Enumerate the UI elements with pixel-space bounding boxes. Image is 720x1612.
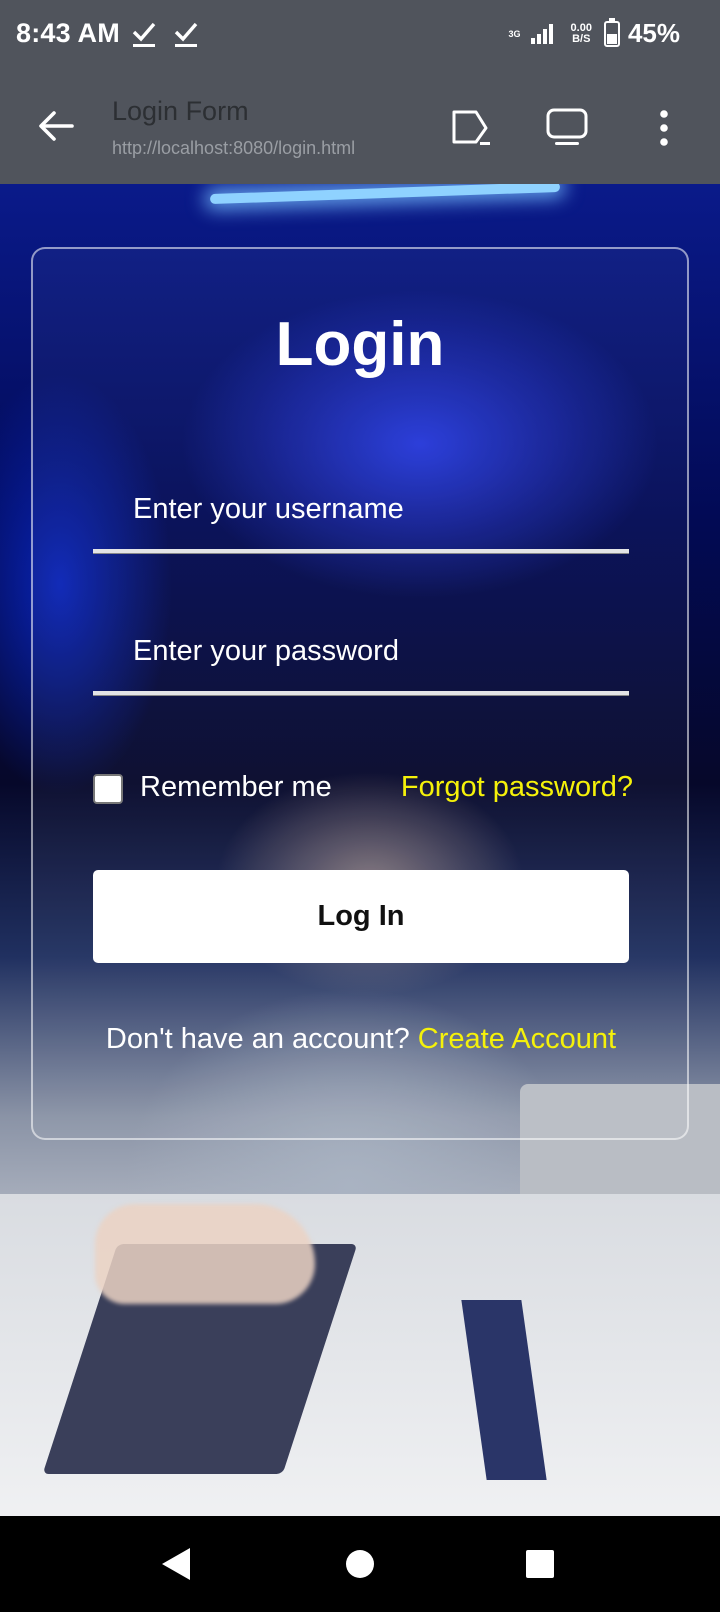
login-title: Login: [275, 310, 445, 379]
password-underline: [93, 691, 629, 696]
check-icon: [174, 22, 198, 47]
speed-unit: B/S: [572, 32, 591, 45]
page-url: http://localhost:8080/login.html: [112, 138, 356, 158]
home-circle-icon[interactable]: [344, 1546, 376, 1582]
forgot-password-link[interactable]: Forgot password?: [401, 771, 633, 804]
login-card: Login Remember me Forgot password? Log I…: [31, 247, 689, 1140]
remember-row: Remember me Forgot password?: [93, 769, 633, 809]
username-input[interactable]: [93, 469, 629, 549]
back-triangle-icon[interactable]: [160, 1546, 192, 1582]
remember-checkbox[interactable]: [93, 774, 123, 804]
username-underline: [93, 549, 629, 554]
background-light: [209, 184, 561, 205]
browser-app-bar: Login Form http://localhost:8080/login.h…: [0, 74, 720, 184]
password-field-wrapper: [93, 611, 629, 701]
network-type: 3G: [508, 28, 521, 39]
username-field-wrapper: [93, 469, 629, 559]
login-button[interactable]: Log In: [93, 870, 629, 963]
recents-square-icon[interactable]: [524, 1546, 556, 1582]
network-speed: 0.00 B/S: [570, 21, 592, 45]
signal-icon: [530, 23, 553, 44]
back-arrow-icon[interactable]: [36, 106, 76, 146]
more-vert-icon[interactable]: [642, 106, 686, 150]
speed-value: 0.00: [570, 21, 592, 34]
background-hand: [95, 1204, 315, 1304]
battery-percent: 45%: [627, 18, 680, 48]
signup-prompt-row: Don't have an account? Create Account: [93, 1021, 629, 1058]
signup-prompt: Don't have an account?: [105, 1023, 410, 1055]
create-account-link[interactable]: Create Account: [418, 1023, 616, 1055]
remember-label[interactable]: Remember me: [140, 771, 332, 804]
desktop-view-icon[interactable]: [545, 106, 589, 150]
cast-icon[interactable]: [450, 106, 494, 150]
battery-icon: [603, 17, 620, 47]
status-bar: 8:43 AM 3G 0.00 B/S 45%: [0, 0, 720, 74]
check-icon: [132, 22, 156, 47]
password-input[interactable]: [93, 611, 629, 691]
system-nav-bar: [0, 1516, 720, 1612]
page-content: Login Remember me Forgot password? Log I…: [0, 184, 720, 1516]
page-title: Login Form: [112, 96, 249, 126]
status-time: 8:43 AM: [16, 18, 120, 48]
